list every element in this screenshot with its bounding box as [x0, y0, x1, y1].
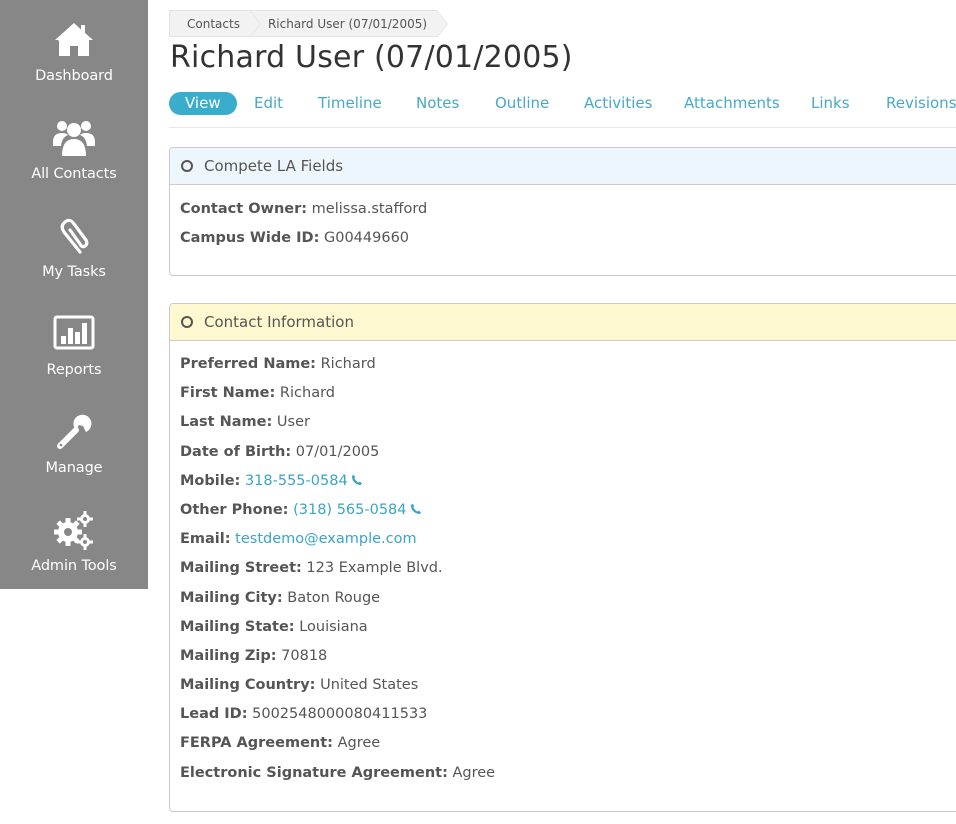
tab-timeline[interactable]: Timeline [318, 92, 382, 115]
field-value: Louisiana [299, 618, 368, 635]
field-mailing-zip: Mailing Zip: 70818 [180, 642, 955, 671]
circle-icon [181, 160, 193, 172]
field-label: Other Phone: [180, 501, 289, 518]
phone-icon[interactable] [410, 503, 422, 515]
field-mailing-country: Mailing Country: United States [180, 671, 955, 700]
sidebar-item-label: Reports [46, 362, 102, 378]
sidebar: Dashboard All Contacts My Tasks Reports … [0, 0, 148, 589]
panel-title: Compete LA Fields [204, 157, 344, 175]
circle-icon [181, 316, 193, 328]
users-icon [50, 118, 98, 158]
field-ferpa-agreement: FERPA Agreement: Agree [180, 729, 955, 758]
tab-links[interactable]: Links [811, 92, 850, 115]
breadcrumb-current[interactable]: Richard User (07/01/2005) [249, 10, 449, 38]
field-label: Email: [180, 531, 231, 548]
sidebar-item-manage[interactable]: Manage [0, 412, 148, 510]
field-contact-owner: Contact Owner: melissa.stafford [180, 195, 955, 224]
tab-view[interactable]: View [169, 92, 237, 115]
field-label: Mailing Country: [180, 677, 316, 694]
panel-title: Contact Information [204, 313, 354, 331]
field-electronic-signature-agreement: Electronic Signature Agreement: Agree [180, 759, 955, 788]
panel-body: Preferred Name: Richard First Name: Rich… [170, 341, 956, 788]
sidebar-item-dashboard[interactable]: Dashboard [0, 20, 148, 118]
field-value: 07/01/2005 [295, 443, 380, 460]
breadcrumb: Contacts Richard User (07/01/2005) [169, 10, 449, 38]
paperclip-icon [50, 216, 98, 256]
sidebar-item-all-contacts[interactable]: All Contacts [0, 118, 148, 216]
field-label: Mailing Street: [180, 560, 302, 577]
gears-icon [50, 510, 98, 550]
field-other-phone: Other Phone: (318) 565-0584 [180, 496, 955, 525]
field-mailing-state: Mailing State: Louisiana [180, 613, 955, 642]
field-last-name: Last Name: User [180, 408, 955, 437]
tab-bar: View Edit Timeline Notes Outline Activit… [169, 92, 956, 128]
field-label: FERPA Agreement: [180, 735, 333, 752]
breadcrumb-contacts[interactable]: Contacts [169, 10, 261, 38]
field-date-of-birth: Date of Birth: 07/01/2005 [180, 438, 955, 467]
sidebar-item-label: Manage [45, 460, 103, 476]
tab-edit[interactable]: Edit [254, 92, 283, 115]
other-phone-link[interactable]: (318) 565-0584 [293, 502, 406, 518]
compete-la-fields-panel: Compete LA Fields Contact Owner: melissa… [169, 147, 956, 276]
tab-notes[interactable]: Notes [416, 92, 459, 115]
field-label: Last Name: [180, 414, 273, 431]
field-campus-wide-id: Campus Wide ID: G00449660 [180, 224, 955, 253]
bar-chart-icon [50, 314, 98, 354]
email-link[interactable]: testdemo@example.com [235, 531, 416, 547]
sidebar-item-my-tasks[interactable]: My Tasks [0, 216, 148, 314]
tab-revisions[interactable]: Revisions [886, 92, 956, 115]
field-value: Richard [279, 385, 335, 402]
field-first-name: First Name: Richard [180, 379, 955, 408]
panel-body: Contact Owner: melissa.stafford Campus W… [170, 185, 956, 253]
field-mailing-street: Mailing Street: 123 Example Blvd. [180, 554, 955, 583]
field-value: G00449660 [323, 230, 410, 247]
field-value: Baton Rouge [287, 589, 381, 606]
field-label: First Name: [180, 385, 276, 402]
sidebar-item-admin-tools[interactable]: Admin Tools [0, 510, 148, 608]
field-label: Campus Wide ID: [180, 230, 320, 247]
field-label: Electronic Signature Agreement: [180, 764, 448, 781]
home-icon [50, 20, 98, 60]
sidebar-item-label: All Contacts [31, 166, 117, 182]
field-label: Mailing State: [180, 618, 295, 635]
field-value: Richard [320, 356, 376, 372]
field-value: User [276, 414, 310, 431]
field-preferred-name: Preferred Name: Richard [180, 350, 955, 379]
field-label: Preferred Name: [180, 356, 316, 372]
field-value: 123 Example Blvd. [306, 560, 443, 577]
field-value: United States [320, 677, 419, 694]
field-value: Agree [337, 735, 381, 752]
sidebar-item-label: Admin Tools [31, 558, 117, 574]
sidebar-item-reports[interactable]: Reports [0, 314, 148, 412]
field-label: Lead ID: [180, 706, 248, 723]
wrench-icon [50, 412, 98, 452]
field-mailing-city: Mailing City: Baton Rouge [180, 584, 955, 613]
field-mobile: Mobile: 318-555-0584 [180, 467, 955, 496]
panel-header[interactable]: Contact Information [170, 304, 956, 341]
contact-information-panel: Contact Information Preferred Name: Rich… [169, 303, 956, 812]
phone-icon[interactable] [351, 474, 363, 486]
page-title: Richard User (07/01/2005) [170, 40, 573, 75]
mobile-phone-link[interactable]: 318-555-0584 [245, 473, 348, 489]
field-label: Mobile: [180, 472, 241, 489]
sidebar-item-label: My Tasks [42, 264, 106, 280]
field-label: Date of Birth: [180, 443, 292, 460]
panel-header[interactable]: Compete LA Fields [170, 148, 956, 185]
field-value: 5002548000080411533 [252, 706, 428, 723]
field-lead-id: Lead ID: 5002548000080411533 [180, 700, 955, 729]
field-value: 70818 [281, 647, 328, 664]
tab-outline[interactable]: Outline [495, 92, 549, 115]
tab-activities[interactable]: Activities [584, 92, 652, 115]
field-value: melissa.stafford [311, 201, 428, 217]
field-label: Contact Owner: [180, 201, 308, 217]
tab-attachments[interactable]: Attachments [684, 92, 780, 115]
field-label: Mailing Zip: [180, 647, 277, 664]
field-email: Email: testdemo@example.com [180, 525, 955, 554]
sidebar-item-label: Dashboard [35, 68, 113, 84]
field-value: Agree [452, 764, 496, 781]
field-label: Mailing City: [180, 589, 283, 606]
